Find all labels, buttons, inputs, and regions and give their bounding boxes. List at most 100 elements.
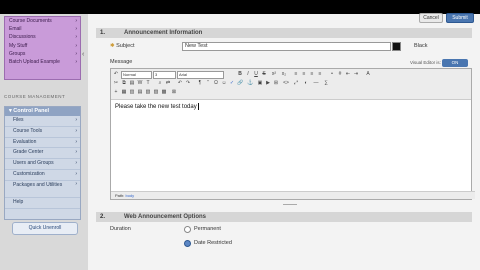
chevron-right-icon: › — [75, 138, 77, 145]
control-panel-header[interactable]: ▾ Control Panel — [5, 107, 80, 116]
cp-item-label: Files — [13, 117, 24, 123]
horizontal-rule-icon[interactable]: — — [313, 80, 319, 86]
menu-item-batch-upload[interactable]: Batch Upload Example › — [5, 58, 80, 66]
cp-item-packages-utilities[interactable]: Packages and Utilities › — [5, 181, 80, 198]
redo-icon[interactable]: ↷ — [185, 80, 191, 86]
superscript-icon[interactable]: x² — [271, 71, 277, 77]
anchor-icon[interactable]: ⚓ — [247, 80, 253, 86]
insert-table-icon[interactable]: ⊞ — [273, 80, 279, 86]
cp-item-grade-center[interactable]: Grade Center › — [5, 148, 80, 160]
menu-item-discussions[interactable]: Discussions › — [5, 33, 80, 41]
chevron-right-icon: › — [75, 149, 77, 156]
message-editor: ↶ Normal 3 Arial B I U S x² x₂ ≡ ≡ ≡ ≡ •… — [110, 68, 475, 205]
replace-icon[interactable]: ⇄ — [165, 80, 171, 86]
table-row-icon[interactable]: ▥ — [129, 89, 135, 95]
insert-media-icon[interactable]: ▶ — [265, 80, 271, 86]
cp-item-customization[interactable]: Customization › — [5, 170, 80, 181]
justify-icon[interactable]: ≡ — [317, 71, 323, 77]
spellcheck-icon[interactable]: ✓ — [229, 80, 235, 86]
chevron-right-icon: › — [75, 170, 77, 177]
top-bar — [0, 0, 480, 14]
menu-item-groups[interactable]: Groups › — [5, 50, 80, 58]
cp-item-label: Grade Center — [13, 149, 44, 156]
align-center-icon[interactable]: ≡ — [301, 71, 307, 77]
menu-item-my-stuff[interactable]: My Stuff › — [5, 42, 80, 50]
section-number: 2. — [100, 214, 106, 220]
cp-item-files[interactable]: Files › — [5, 116, 80, 127]
subject-label: ✱ Subject — [110, 43, 135, 49]
section-title: Announcement Information — [124, 30, 203, 36]
font-select[interactable]: Arial — [177, 71, 224, 79]
chevron-right-icon: › — [75, 58, 77, 65]
text-color-icon[interactable]: A — [365, 71, 371, 77]
bold-icon[interactable]: B — [237, 71, 243, 77]
copy-icon[interactable]: ⧉ — [121, 80, 127, 86]
split-cells-icon[interactable]: ▩ — [161, 89, 167, 95]
message-text: Please take the new test today — [115, 104, 197, 111]
preview-icon[interactable]: ◐ — [303, 80, 309, 86]
screen: Course Documents › Email › Discussions › My… — [0, 0, 480, 270]
date-restricted-radio[interactable] — [184, 240, 191, 247]
emoticon-icon[interactable]: ☺ — [221, 80, 227, 86]
quote-icon[interactable]: “ — [205, 80, 211, 86]
chevron-right-icon: › — [75, 117, 77, 123]
indent-icon[interactable]: ⇥ — [353, 71, 359, 77]
paragraph-icon[interactable]: ¶ — [197, 80, 203, 86]
html-source-icon[interactable]: <> — [283, 80, 289, 86]
paste-icon[interactable]: ▤ — [129, 80, 135, 86]
paste-word-icon[interactable]: W — [137, 80, 143, 86]
undo-icon[interactable]: ↶ — [177, 80, 183, 86]
underline-icon[interactable]: U — [253, 71, 259, 77]
cancel-button[interactable]: Cancel — [419, 13, 443, 23]
size-select[interactable]: 3 — [153, 71, 176, 79]
editor-body[interactable]: Please take the new test today — [115, 103, 199, 110]
insert-image-icon[interactable]: ▣ — [257, 80, 263, 86]
permanent-radio[interactable] — [184, 226, 191, 233]
table-props-icon[interactable]: ▧ — [145, 89, 151, 95]
cp-item-label: Users and Groups — [13, 160, 54, 167]
cp-item-course-tools[interactable]: Course Tools › — [5, 127, 80, 138]
subject-input[interactable]: New Test — [182, 42, 391, 51]
subscript-icon[interactable]: x₂ — [281, 71, 287, 77]
table-col-icon[interactable]: ▤ — [137, 89, 143, 95]
fullscreen-icon[interactable]: ⤢ — [293, 80, 299, 86]
visual-editor-toggle[interactable]: ON — [442, 59, 468, 67]
cp-item-evaluation[interactable]: Evaluation › — [5, 138, 80, 149]
visual-editor-label: Visual Editor is: — [410, 60, 441, 65]
path-link[interactable]: body — [125, 193, 134, 198]
insert-link-icon[interactable]: 🔗 — [237, 80, 243, 86]
equation-icon[interactable]: ∑ — [323, 80, 329, 86]
attach-icon[interactable]: + — [113, 89, 119, 95]
color-picker[interactable] — [392, 42, 401, 51]
quick-unenroll-button[interactable]: Quick Unenroll — [12, 222, 78, 235]
merge-cells-icon[interactable]: ▨ — [153, 89, 159, 95]
align-left-icon[interactable]: ≡ — [293, 71, 299, 77]
italic-icon[interactable]: I — [245, 71, 251, 77]
cp-item-users-groups[interactable]: Users and Groups › — [5, 159, 80, 170]
message-label: Message — [110, 59, 133, 65]
paste-text-icon[interactable]: T — [145, 80, 151, 86]
bullet-list-icon[interactable]: • — [329, 71, 335, 77]
submit-button[interactable]: Submit — [446, 13, 474, 23]
chevron-right-icon: › — [75, 26, 77, 33]
menu-item-course-documents[interactable]: Course Documents › — [5, 17, 80, 25]
resize-handle[interactable] — [283, 199, 297, 205]
cp-item-help[interactable]: Help — [5, 198, 80, 209]
section-2-header: 2. Web Announcement Options — [96, 212, 472, 222]
delete-table-icon[interactable]: ⊠ — [171, 89, 177, 95]
chevron-right-icon: › — [75, 18, 77, 24]
mashup-icon[interactable]: ▦ — [121, 89, 127, 95]
menu-item-label: Course Documents — [9, 18, 52, 24]
align-right-icon[interactable]: ≡ — [309, 71, 315, 77]
numbered-list-icon[interactable]: # — [337, 71, 343, 77]
outdent-icon[interactable]: ⇤ — [345, 71, 351, 77]
cp-item-label: Course Tools — [13, 127, 43, 134]
undo-icon[interactable]: ↶ — [113, 71, 119, 77]
cut-icon[interactable]: ✂ — [113, 80, 119, 86]
format-select[interactable]: Normal — [121, 71, 152, 79]
special-char-icon[interactable]: Ω — [213, 80, 219, 86]
strikethrough-icon[interactable]: S — [261, 71, 267, 77]
find-icon[interactable]: ⌕ — [157, 80, 163, 86]
menu-item-email[interactable]: Email › — [5, 25, 80, 33]
chevron-right-icon: › — [75, 42, 77, 49]
